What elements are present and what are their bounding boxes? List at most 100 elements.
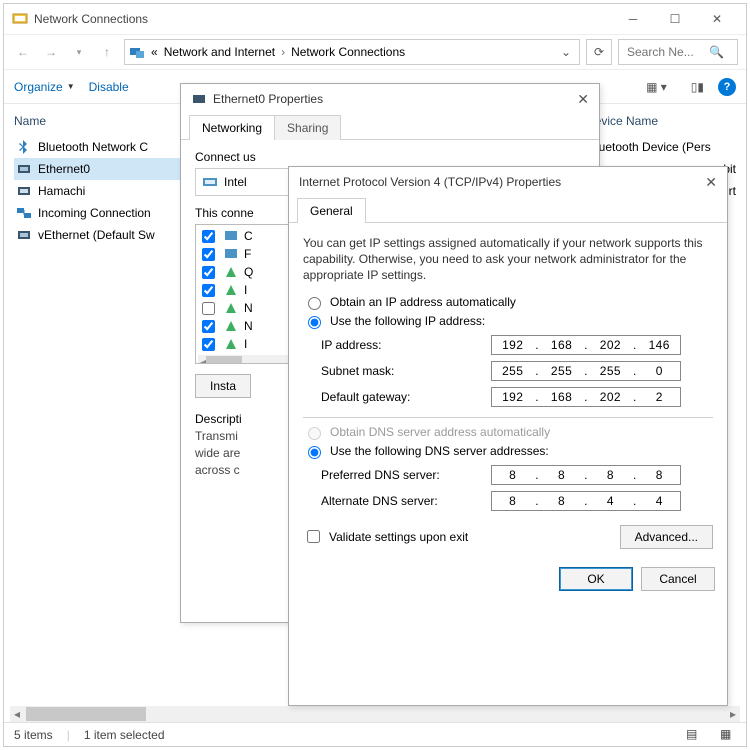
preferred-dns-input[interactable]: 8.8.8.8 bbox=[491, 465, 681, 485]
alternate-dns-row: Alternate DNS server: 8.8.4.4 bbox=[321, 491, 713, 511]
list-item-label: vEthernet (Default Sw bbox=[38, 228, 155, 242]
scrollbar-thumb[interactable] bbox=[26, 707, 146, 721]
radio-obtain-ip-auto[interactable]: Obtain an IP address automatically bbox=[303, 294, 713, 310]
preview-pane-icon[interactable]: ▯▮ bbox=[691, 80, 704, 94]
bluetooth-icon bbox=[16, 139, 32, 155]
tab-general[interactable]: General bbox=[297, 198, 366, 223]
install-button[interactable]: Insta bbox=[195, 374, 251, 398]
item-checkbox[interactable] bbox=[202, 266, 215, 279]
ethernet-icon bbox=[16, 161, 32, 177]
item-checkbox[interactable] bbox=[202, 230, 215, 243]
close-button[interactable]: ✕ bbox=[696, 5, 738, 33]
gateway-row: Default gateway: 192.168.202.2 bbox=[321, 387, 713, 407]
horizontal-scrollbar[interactable]: ◂ ▸ bbox=[10, 706, 740, 722]
tab-sharing[interactable]: Sharing bbox=[274, 115, 341, 140]
disable-button[interactable]: Disable bbox=[89, 80, 129, 94]
refresh-button[interactable]: ⟳ bbox=[586, 39, 612, 65]
window-icon bbox=[12, 11, 28, 27]
protocol-icon bbox=[223, 300, 239, 316]
minimize-button[interactable]: ─ bbox=[612, 5, 654, 33]
device-cell: Bluetooth Device (Pers bbox=[586, 136, 736, 158]
radio-input[interactable] bbox=[308, 297, 321, 310]
vethernet-icon bbox=[16, 227, 32, 243]
alternate-dns-label: Alternate DNS server: bbox=[321, 494, 491, 508]
list-item-label: Incoming Connection bbox=[38, 206, 151, 220]
organize-button[interactable]: Organize ▼ bbox=[14, 80, 75, 94]
subnet-label: Subnet mask: bbox=[321, 364, 491, 378]
dialog-title: Internet Protocol Version 4 (TCP/IPv4) P… bbox=[299, 175, 561, 189]
radio-use-following-ip[interactable]: Use the following IP address: bbox=[303, 313, 713, 329]
large-icons-view-icon[interactable]: ▦ bbox=[720, 727, 736, 743]
preferred-dns-row: Preferred DNS server: 8.8.8.8 bbox=[321, 465, 713, 485]
forward-button[interactable]: → bbox=[40, 41, 62, 63]
item-checkbox[interactable] bbox=[202, 248, 215, 261]
ipv4-properties-dialog: Internet Protocol Version 4 (TCP/IPv4) P… bbox=[288, 166, 728, 706]
radio-input bbox=[308, 427, 321, 440]
view-options-icon[interactable]: ▦ ▾ bbox=[646, 80, 667, 94]
status-selected: 1 item selected bbox=[84, 728, 165, 742]
protocol-icon bbox=[223, 264, 239, 280]
up-button[interactable]: ↑ bbox=[96, 41, 118, 63]
tab-strip: Networking Sharing bbox=[181, 114, 599, 140]
breadcrumb-icon bbox=[129, 44, 145, 60]
radio-use-following-dns[interactable]: Use the following DNS server addresses: bbox=[303, 443, 713, 459]
protocol-icon bbox=[223, 336, 239, 352]
list-item-label: Ethernet0 bbox=[38, 162, 90, 176]
radio-input[interactable] bbox=[308, 446, 321, 459]
dialog-title: Ethernet0 Properties bbox=[213, 92, 323, 106]
history-dropdown[interactable]: ▾ bbox=[68, 41, 90, 63]
info-text: You can get IP settings assigned automat… bbox=[303, 235, 713, 284]
incoming-icon bbox=[16, 205, 32, 221]
nic-icon bbox=[202, 174, 218, 190]
close-icon[interactable]: ✕ bbox=[577, 91, 589, 108]
tab-networking[interactable]: Networking bbox=[189, 115, 275, 140]
status-bar: 5 items | 1 item selected ▤ ▦ bbox=[4, 722, 746, 746]
connect-using-label: Connect us bbox=[195, 150, 585, 164]
back-button[interactable]: ← bbox=[12, 41, 34, 63]
search-box[interactable]: 🔍 bbox=[618, 39, 738, 65]
checkbox-input[interactable] bbox=[307, 530, 320, 543]
dialog-buttons: OK Cancel bbox=[289, 561, 727, 601]
advanced-button[interactable]: Advanced... bbox=[620, 525, 713, 549]
protocol-icon bbox=[223, 318, 239, 334]
tab-strip: General bbox=[289, 197, 727, 223]
service-icon bbox=[223, 246, 239, 262]
preferred-dns-label: Preferred DNS server: bbox=[321, 468, 491, 482]
item-checkbox[interactable] bbox=[202, 320, 215, 333]
radio-input[interactable] bbox=[308, 316, 321, 329]
window-title: Network Connections bbox=[34, 12, 612, 26]
cancel-button[interactable]: Cancel bbox=[641, 567, 715, 591]
adapter-name: Intel bbox=[224, 175, 247, 189]
search-input[interactable] bbox=[625, 44, 705, 60]
titlebar: Network Connections ─ ☐ ✕ bbox=[4, 4, 746, 34]
ip-address-row: IP address: 192.168.202.146 bbox=[321, 335, 713, 355]
item-checkbox[interactable] bbox=[202, 302, 215, 315]
maximize-button[interactable]: ☐ bbox=[654, 5, 696, 33]
subnet-input[interactable]: 255.255.255.0 bbox=[491, 361, 681, 381]
gateway-input[interactable]: 192.168.202.2 bbox=[491, 387, 681, 407]
search-icon: 🔍 bbox=[709, 45, 724, 59]
ip-address-input[interactable]: 192.168.202.146 bbox=[491, 335, 681, 355]
item-checkbox[interactable] bbox=[202, 338, 215, 351]
breadcrumb-seg-2[interactable]: Network Connections bbox=[291, 45, 405, 59]
subnet-row: Subnet mask: 255.255.255.0 bbox=[321, 361, 713, 381]
breadcrumb-sep: › bbox=[281, 45, 285, 59]
list-item-label: Hamachi bbox=[38, 184, 85, 198]
radio-obtain-dns-auto: Obtain DNS server address automatically bbox=[303, 424, 713, 440]
hamachi-icon bbox=[16, 183, 32, 199]
alternate-dns-input[interactable]: 8.8.4.4 bbox=[491, 491, 681, 511]
validate-checkbox[interactable]: Validate settings upon exit bbox=[303, 527, 468, 546]
ok-button[interactable]: OK bbox=[559, 567, 633, 591]
protocol-icon bbox=[223, 282, 239, 298]
breadcrumb-chevron: « bbox=[151, 45, 158, 59]
breadcrumb-seg-1[interactable]: Network and Internet bbox=[164, 45, 275, 59]
breadcrumb[interactable]: « Network and Internet › Network Connect… bbox=[124, 39, 580, 65]
column-device[interactable]: Device Name bbox=[586, 110, 736, 134]
help-icon[interactable]: ? bbox=[718, 78, 736, 96]
close-icon[interactable]: ✕ bbox=[705, 174, 717, 191]
details-view-icon[interactable]: ▤ bbox=[686, 727, 702, 743]
breadcrumb-dropdown[interactable]: ⌄ bbox=[561, 45, 571, 59]
item-checkbox[interactable] bbox=[202, 284, 215, 297]
ip-address-label: IP address: bbox=[321, 338, 491, 352]
dialog-titlebar: Internet Protocol Version 4 (TCP/IPv4) P… bbox=[289, 167, 727, 197]
